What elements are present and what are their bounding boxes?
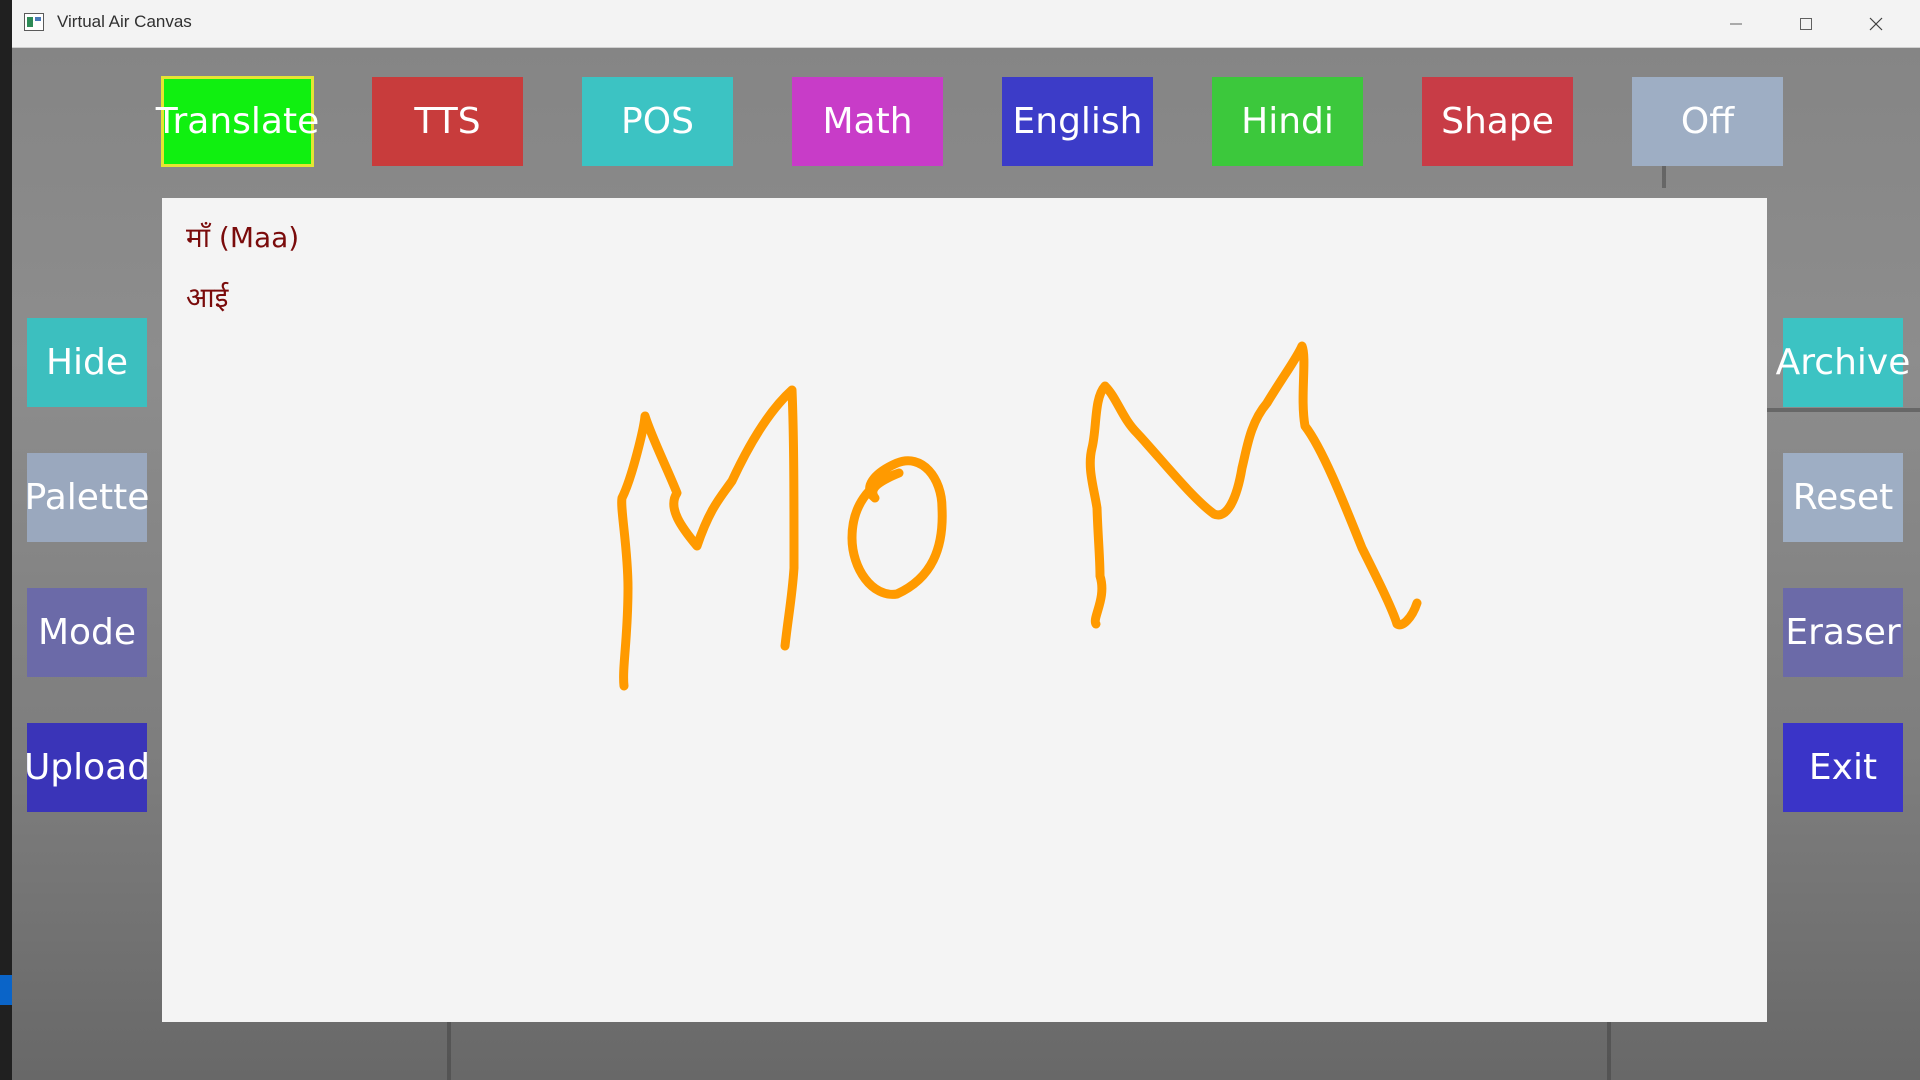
background-texture [1767,408,1920,412]
close-button[interactable] [1842,0,1910,47]
app-window: Virtual Air Canvas Translate TTS POS Mat… [12,0,1920,1080]
window-title: Virtual Air Canvas [57,12,192,31]
tts-button[interactable]: TTS [372,77,523,166]
desktop-taskbar-accent [0,975,12,1005]
eraser-button[interactable]: Eraser [1783,588,1903,677]
maximize-icon [1800,17,1812,30]
ink-stroke-m1 [617,385,799,691]
hide-button[interactable]: Hide [27,318,147,407]
palette-button[interactable]: Palette [25,453,149,542]
drawing-canvas[interactable]: माँ (Maa) आई [162,198,1767,1022]
minimize-button[interactable] [1702,0,1770,47]
hindi-button[interactable]: Hindi [1212,77,1363,166]
math-button[interactable]: Math [792,77,943,166]
english-button[interactable]: English [1002,77,1153,166]
ink-stroke-m2 [1085,341,1422,630]
handwriting-strokes [617,341,1422,691]
off-button[interactable]: Off [1632,77,1783,166]
close-icon [1869,17,1883,30]
mode-button[interactable]: Mode [27,588,147,677]
shape-button[interactable]: Shape [1422,77,1573,166]
reset-button[interactable]: Reset [1783,453,1903,542]
title-bar[interactable]: Virtual Air Canvas [12,0,1920,48]
upload-button[interactable]: Upload [24,723,150,812]
camera-feed: Translate TTS POS Math English Hindi Sha… [12,48,1920,1080]
maximize-button[interactable] [1772,0,1840,47]
minimize-icon [1730,23,1742,24]
desktop-edge [0,0,12,1080]
app-icon [24,13,44,31]
pos-button[interactable]: POS [582,77,733,166]
archive-button[interactable]: Archive [1776,318,1910,407]
ink-stroke-o [847,456,947,599]
ink-strokes [617,341,1422,691]
exit-button[interactable]: Exit [1783,723,1903,812]
translate-button[interactable]: Translate [156,76,319,167]
